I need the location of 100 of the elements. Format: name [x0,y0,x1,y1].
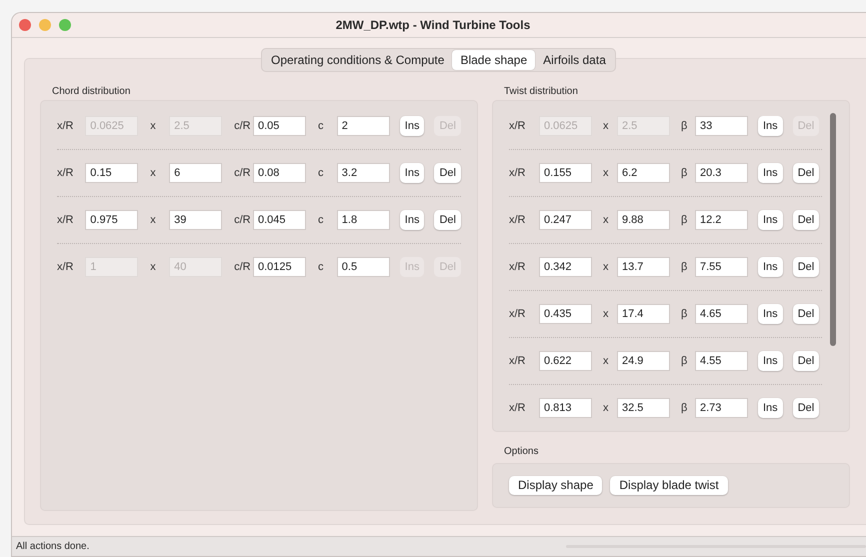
field-label: x [603,120,610,132]
delete-button[interactable]: Del [792,398,820,418]
field-label: x [150,120,157,132]
field-label: c/R [234,260,252,273]
input-field[interactable]: 0.622 [539,350,592,371]
field-label: x [150,214,157,226]
close-icon[interactable] [19,19,31,31]
insert-button[interactable]: Ins [758,162,783,183]
input-field[interactable]: 9.88 [617,210,670,230]
field-label: β [681,166,688,179]
display-button[interactable]: Display blade twist [610,476,728,495]
input-field[interactable]: 1.8 [336,210,390,230]
input-field[interactable]: 33 [695,116,748,136]
input-field[interactable]: 20.3 [695,162,748,183]
field-label: c [318,214,324,226]
field-label: β [681,308,688,320]
field-label: x [150,166,157,179]
insert-button[interactable]: Ins [758,116,783,136]
input-field[interactable]: 6.2 [617,162,670,183]
field-label: x/R [509,214,526,226]
field-label: x [603,354,610,367]
field-label: x/R [57,166,74,179]
input-field[interactable]: 17.4 [617,304,670,324]
field-label: x/R [509,120,526,132]
delete-button[interactable]: Del [792,256,820,277]
input-field[interactable]: 7.55 [695,256,748,277]
input-field[interactable]: 0.0125 [252,256,306,277]
insert-button[interactable]: Ins [758,398,783,418]
window-title: 2MW_DP.wtp - Wind Turbine Tools [336,18,530,32]
input-field[interactable]: 0.5 [336,256,390,277]
input-field[interactable]: 4.55 [695,350,748,371]
field-label: β [681,402,688,414]
input-field[interactable]: 2 [336,116,390,136]
insert-button[interactable]: Ins [758,210,783,230]
input-field[interactable]: 0.15 [85,162,138,183]
input-field[interactable]: 0.155 [539,162,592,183]
input-field[interactable]: 0.08 [252,162,306,183]
input-field[interactable]: 3.2 [336,162,390,183]
tab[interactable]: Operating conditions & Compute [263,50,452,70]
delete-button[interactable]: Del [792,304,820,324]
input-field[interactable]: 13.7 [617,256,670,277]
display-button[interactable]: Display shape [509,476,602,495]
field-label: x/R [509,308,526,320]
field-label: c/R [234,214,252,226]
field-label: β [681,260,688,273]
group-title: Chord distribution [51,86,132,99]
delete-button[interactable]: Del [792,210,820,230]
input-field[interactable]: 0.247 [539,210,592,230]
insert-button[interactable]: Ins [400,210,424,230]
field-label: x [603,260,610,273]
insert-button[interactable]: Ins [400,162,424,183]
field-label: x [603,166,610,179]
tab[interactable]: Airfoils data [535,50,614,70]
field-label: x [603,214,610,226]
field-label: β [681,214,688,226]
insert-button[interactable]: Ins [758,304,783,324]
field-label: β [681,354,688,367]
minimize-icon[interactable] [39,19,51,31]
insert-button[interactable]: Ins [400,116,424,136]
field-label: x/R [509,354,526,367]
delete-button[interactable]: Del [792,162,820,183]
field-label: x [603,308,610,320]
field-label: c [318,166,324,179]
status-text: All actions done. [16,540,90,552]
input-field[interactable]: 0.813 [539,398,592,418]
input-field[interactable]: 0.342 [539,256,592,277]
field-label: β [681,120,688,132]
input-field[interactable]: 0.435 [539,304,592,324]
field-label: x/R [509,260,526,273]
zoom-icon[interactable] [59,19,71,31]
field-label: x [603,402,610,414]
field-label: x/R [509,402,526,414]
group-title: Options [503,444,540,459]
field-label: x/R [509,166,526,179]
field-label: c/R [234,166,252,179]
input-field[interactable]: 0.05 [252,116,306,136]
insert-button[interactable]: Ins [758,350,783,371]
field-label: c [318,260,324,273]
delete-button[interactable]: Del [434,210,461,230]
insert-button[interactable]: Ins [758,256,783,277]
field-label: x/R [57,214,74,226]
tab[interactable]: Blade shape [452,50,536,70]
delete-button[interactable]: Del [434,162,461,183]
input-field[interactable]: 4.65 [695,304,748,324]
input-field[interactable]: 39 [169,210,222,230]
field-label: c/R [234,120,252,132]
field-label: x/R [57,260,74,273]
scrollbar-thumb[interactable] [830,112,836,346]
group-title: Twist distribution [503,86,579,99]
field-label: x/R [57,120,74,132]
input-field[interactable]: 2.73 [695,398,748,418]
input-field[interactable]: 0.975 [85,210,138,230]
input-field[interactable]: 0.045 [252,210,306,230]
input-field[interactable]: 12.2 [695,210,748,230]
input-field[interactable]: 6 [169,162,222,183]
input-field[interactable]: 24.9 [617,350,670,371]
field-label: x [150,260,157,273]
field-label: c [318,120,324,132]
delete-button[interactable]: Del [792,350,820,371]
input-field[interactable]: 32.5 [617,398,670,418]
